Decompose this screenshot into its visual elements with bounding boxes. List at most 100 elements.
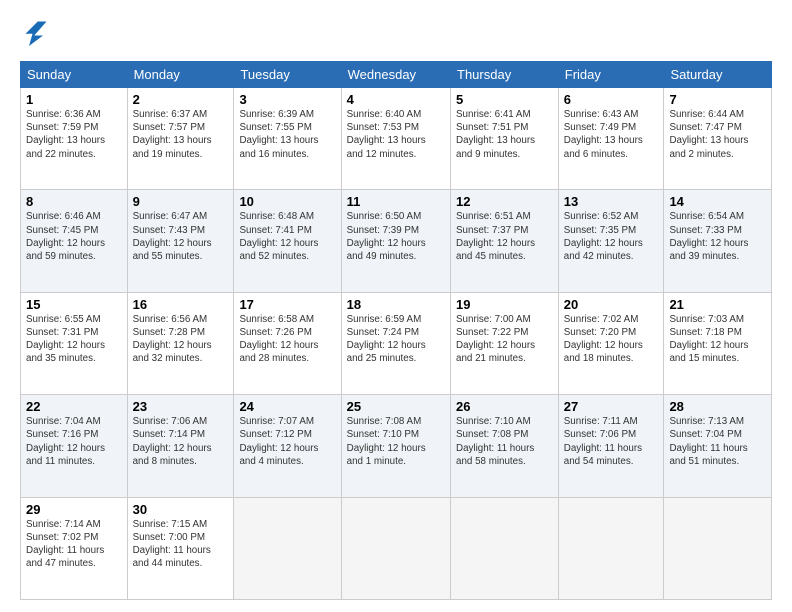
calendar-day: 30Sunrise: 7:15 AMSunset: 7:00 PMDayligh… <box>127 497 234 599</box>
day-detail: Sunrise: 6:39 AMSunset: 7:55 PMDaylight:… <box>239 108 335 161</box>
day-number: 2 <box>133 92 229 107</box>
day-number: 21 <box>669 297 766 312</box>
calendar-week-1: 1Sunrise: 6:36 AMSunset: 7:59 PMDaylight… <box>21 88 772 190</box>
day-detail: Sunrise: 6:54 AMSunset: 7:33 PMDaylight:… <box>669 210 766 263</box>
day-detail: Sunrise: 7:00 AMSunset: 7:22 PMDaylight:… <box>456 313 553 366</box>
calendar-day <box>664 497 772 599</box>
calendar-day: 7Sunrise: 6:44 AMSunset: 7:47 PMDaylight… <box>664 88 772 190</box>
calendar-day: 23Sunrise: 7:06 AMSunset: 7:14 PMDayligh… <box>127 395 234 497</box>
day-detail: Sunrise: 7:13 AMSunset: 7:04 PMDaylight:… <box>669 415 766 468</box>
calendar-week-3: 15Sunrise: 6:55 AMSunset: 7:31 PMDayligh… <box>21 292 772 394</box>
day-detail: Sunrise: 6:56 AMSunset: 7:28 PMDaylight:… <box>133 313 229 366</box>
page-header <box>20 18 772 51</box>
calendar-day: 26Sunrise: 7:10 AMSunset: 7:08 PMDayligh… <box>451 395 559 497</box>
day-detail: Sunrise: 7:07 AMSunset: 7:12 PMDaylight:… <box>239 415 335 468</box>
day-number: 27 <box>564 399 659 414</box>
day-detail: Sunrise: 6:44 AMSunset: 7:47 PMDaylight:… <box>669 108 766 161</box>
day-detail: Sunrise: 7:03 AMSunset: 7:18 PMDaylight:… <box>669 313 766 366</box>
day-detail: Sunrise: 6:40 AMSunset: 7:53 PMDaylight:… <box>347 108 445 161</box>
day-number: 19 <box>456 297 553 312</box>
day-number: 16 <box>133 297 229 312</box>
column-header-sunday: Sunday <box>21 62 128 88</box>
calendar-table: SundayMondayTuesdayWednesdayThursdayFrid… <box>20 61 772 600</box>
calendar-day: 21Sunrise: 7:03 AMSunset: 7:18 PMDayligh… <box>664 292 772 394</box>
calendar-day: 27Sunrise: 7:11 AMSunset: 7:06 PMDayligh… <box>558 395 664 497</box>
day-detail: Sunrise: 6:59 AMSunset: 7:24 PMDaylight:… <box>347 313 445 366</box>
column-header-wednesday: Wednesday <box>341 62 450 88</box>
calendar-day: 17Sunrise: 6:58 AMSunset: 7:26 PMDayligh… <box>234 292 341 394</box>
day-number: 22 <box>26 399 122 414</box>
day-detail: Sunrise: 7:11 AMSunset: 7:06 PMDaylight:… <box>564 415 659 468</box>
calendar-day: 20Sunrise: 7:02 AMSunset: 7:20 PMDayligh… <box>558 292 664 394</box>
calendar-day: 29Sunrise: 7:14 AMSunset: 7:02 PMDayligh… <box>21 497 128 599</box>
day-number: 11 <box>347 194 445 209</box>
column-header-friday: Friday <box>558 62 664 88</box>
day-number: 20 <box>564 297 659 312</box>
column-header-tuesday: Tuesday <box>234 62 341 88</box>
day-detail: Sunrise: 6:43 AMSunset: 7:49 PMDaylight:… <box>564 108 659 161</box>
day-detail: Sunrise: 7:02 AMSunset: 7:20 PMDaylight:… <box>564 313 659 366</box>
day-detail: Sunrise: 6:48 AMSunset: 7:41 PMDaylight:… <box>239 210 335 263</box>
day-detail: Sunrise: 7:10 AMSunset: 7:08 PMDaylight:… <box>456 415 553 468</box>
day-detail: Sunrise: 6:41 AMSunset: 7:51 PMDaylight:… <box>456 108 553 161</box>
day-detail: Sunrise: 6:37 AMSunset: 7:57 PMDaylight:… <box>133 108 229 161</box>
day-number: 1 <box>26 92 122 107</box>
day-detail: Sunrise: 7:15 AMSunset: 7:00 PMDaylight:… <box>133 518 229 571</box>
column-header-thursday: Thursday <box>451 62 559 88</box>
calendar-day: 12Sunrise: 6:51 AMSunset: 7:37 PMDayligh… <box>451 190 559 292</box>
day-number: 28 <box>669 399 766 414</box>
day-number: 18 <box>347 297 445 312</box>
calendar-day: 6Sunrise: 6:43 AMSunset: 7:49 PMDaylight… <box>558 88 664 190</box>
calendar-day <box>558 497 664 599</box>
calendar-day: 8Sunrise: 6:46 AMSunset: 7:45 PMDaylight… <box>21 190 128 292</box>
day-number: 23 <box>133 399 229 414</box>
day-number: 6 <box>564 92 659 107</box>
calendar-week-5: 29Sunrise: 7:14 AMSunset: 7:02 PMDayligh… <box>21 497 772 599</box>
day-detail: Sunrise: 7:06 AMSunset: 7:14 PMDaylight:… <box>133 415 229 468</box>
calendar-day <box>451 497 559 599</box>
calendar-day: 28Sunrise: 7:13 AMSunset: 7:04 PMDayligh… <box>664 395 772 497</box>
day-detail: Sunrise: 7:14 AMSunset: 7:02 PMDaylight:… <box>26 518 122 571</box>
day-number: 25 <box>347 399 445 414</box>
day-detail: Sunrise: 6:50 AMSunset: 7:39 PMDaylight:… <box>347 210 445 263</box>
calendar-week-4: 22Sunrise: 7:04 AMSunset: 7:16 PMDayligh… <box>21 395 772 497</box>
day-number: 4 <box>347 92 445 107</box>
logo-icon <box>22 18 50 46</box>
calendar-day: 1Sunrise: 6:36 AMSunset: 7:59 PMDaylight… <box>21 88 128 190</box>
calendar-day: 13Sunrise: 6:52 AMSunset: 7:35 PMDayligh… <box>558 190 664 292</box>
day-detail: Sunrise: 6:36 AMSunset: 7:59 PMDaylight:… <box>26 108 122 161</box>
calendar-day <box>234 497 341 599</box>
day-number: 29 <box>26 502 122 517</box>
calendar-header-row: SundayMondayTuesdayWednesdayThursdayFrid… <box>21 62 772 88</box>
column-header-saturday: Saturday <box>664 62 772 88</box>
day-number: 10 <box>239 194 335 209</box>
calendar-day: 16Sunrise: 6:56 AMSunset: 7:28 PMDayligh… <box>127 292 234 394</box>
day-number: 14 <box>669 194 766 209</box>
day-number: 3 <box>239 92 335 107</box>
day-number: 30 <box>133 502 229 517</box>
day-number: 15 <box>26 297 122 312</box>
day-number: 5 <box>456 92 553 107</box>
calendar-day: 24Sunrise: 7:07 AMSunset: 7:12 PMDayligh… <box>234 395 341 497</box>
day-detail: Sunrise: 6:46 AMSunset: 7:45 PMDaylight:… <box>26 210 122 263</box>
day-number: 26 <box>456 399 553 414</box>
day-number: 12 <box>456 194 553 209</box>
day-detail: Sunrise: 6:51 AMSunset: 7:37 PMDaylight:… <box>456 210 553 263</box>
calendar-day: 15Sunrise: 6:55 AMSunset: 7:31 PMDayligh… <box>21 292 128 394</box>
calendar-day: 2Sunrise: 6:37 AMSunset: 7:57 PMDaylight… <box>127 88 234 190</box>
day-number: 8 <box>26 194 122 209</box>
day-detail: Sunrise: 7:08 AMSunset: 7:10 PMDaylight:… <box>347 415 445 468</box>
calendar-day <box>341 497 450 599</box>
day-detail: Sunrise: 6:47 AMSunset: 7:43 PMDaylight:… <box>133 210 229 263</box>
logo <box>20 18 50 51</box>
calendar-day: 3Sunrise: 6:39 AMSunset: 7:55 PMDaylight… <box>234 88 341 190</box>
calendar-day: 5Sunrise: 6:41 AMSunset: 7:51 PMDaylight… <box>451 88 559 190</box>
calendar-day: 4Sunrise: 6:40 AMSunset: 7:53 PMDaylight… <box>341 88 450 190</box>
day-detail: Sunrise: 6:52 AMSunset: 7:35 PMDaylight:… <box>564 210 659 263</box>
calendar-day: 18Sunrise: 6:59 AMSunset: 7:24 PMDayligh… <box>341 292 450 394</box>
calendar-day: 14Sunrise: 6:54 AMSunset: 7:33 PMDayligh… <box>664 190 772 292</box>
day-number: 17 <box>239 297 335 312</box>
calendar-week-2: 8Sunrise: 6:46 AMSunset: 7:45 PMDaylight… <box>21 190 772 292</box>
calendar-day: 11Sunrise: 6:50 AMSunset: 7:39 PMDayligh… <box>341 190 450 292</box>
calendar-day: 22Sunrise: 7:04 AMSunset: 7:16 PMDayligh… <box>21 395 128 497</box>
